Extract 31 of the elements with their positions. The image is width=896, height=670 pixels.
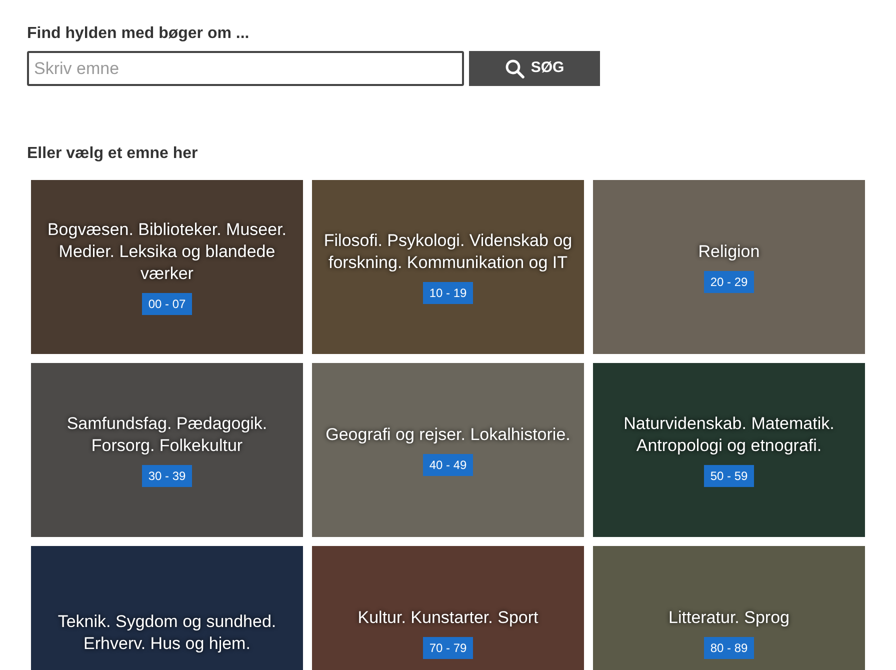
range-label: 80 - 89 <box>704 637 754 660</box>
range-label: 00 - 07 <box>142 293 192 316</box>
section-heading: Eller vælg et emne her <box>27 144 199 163</box>
search-icon <box>504 58 525 78</box>
category-title: Samfundsfag. Pædagogik. Forsorg. Folkekultur <box>66 412 268 457</box>
category-tile[interactable]: Filosofi. Psykologi. Videnskab og forskning. Kommunikation og IT 10 - 19 <box>312 180 584 354</box>
range-label: 20 - 29 <box>704 271 754 294</box>
category-title: Teknik. Sygdom og sundhed. Erhverv. Hus og hjem. <box>56 610 278 655</box>
category-title: Geografi og rejser. Lokalhistorie. <box>326 424 570 446</box>
category-tile[interactable]: Kultur. Kunstarter. Sport 70 - 79 <box>312 546 584 670</box>
category-tile[interactable]: Samfundsfag. Pædagogik. Forsorg. Folkekultur 30 - 39 <box>31 363 303 537</box>
category-title: Filosofi. Psykologi. Videnskab og forskning. Kommunikation og IT <box>322 230 574 274</box>
category-tile[interactable]: Geografi og rejser. Lokalhistorie. 40 - 49 <box>312 363 584 537</box>
category-title: Bogvæsen. Biblioteker. Museer. Medier. Leksika og blandede værker <box>46 218 288 286</box>
category-title: Litteratur. Sprog <box>668 606 790 629</box>
search-field[interactable]: Skriv emne <box>27 51 464 86</box>
range-label: 10 - 19 <box>423 282 473 304</box>
range-label: 30 - 39 <box>142 465 192 488</box>
range-label: 40 - 49 <box>423 454 473 476</box>
category-tile[interactable]: Naturvidenskab. Matematik. Antropologi og etnografi. 50 - 59 <box>593 363 865 537</box>
category-tile[interactable]: Litteratur. Sprog 80 - 89 <box>593 546 865 670</box>
category-title: Naturvidenskab. Matematik. Antropologi og etnografi. <box>622 412 836 457</box>
category-tile[interactable]: Religion 20 - 29 <box>593 180 865 354</box>
category-tile[interactable]: Bogvæsen. Biblioteker. Museer. Medier. Leksika og blandede værker 00 - 07 <box>31 180 303 354</box>
category-title: Religion <box>698 240 760 263</box>
category-title: Kultur. Kunstarter. Sport <box>358 606 538 629</box>
range-label: 50 - 59 <box>704 465 754 488</box>
range-label: 70 - 79 <box>423 637 473 660</box>
search-button[interactable]: SØG <box>469 51 600 86</box>
category-tile[interactable]: Teknik. Sygdom og sundhed. Erhverv. Hus og hjem. <box>31 546 303 670</box>
search-label: Find hylden med bøger om ... <box>27 24 250 43</box>
